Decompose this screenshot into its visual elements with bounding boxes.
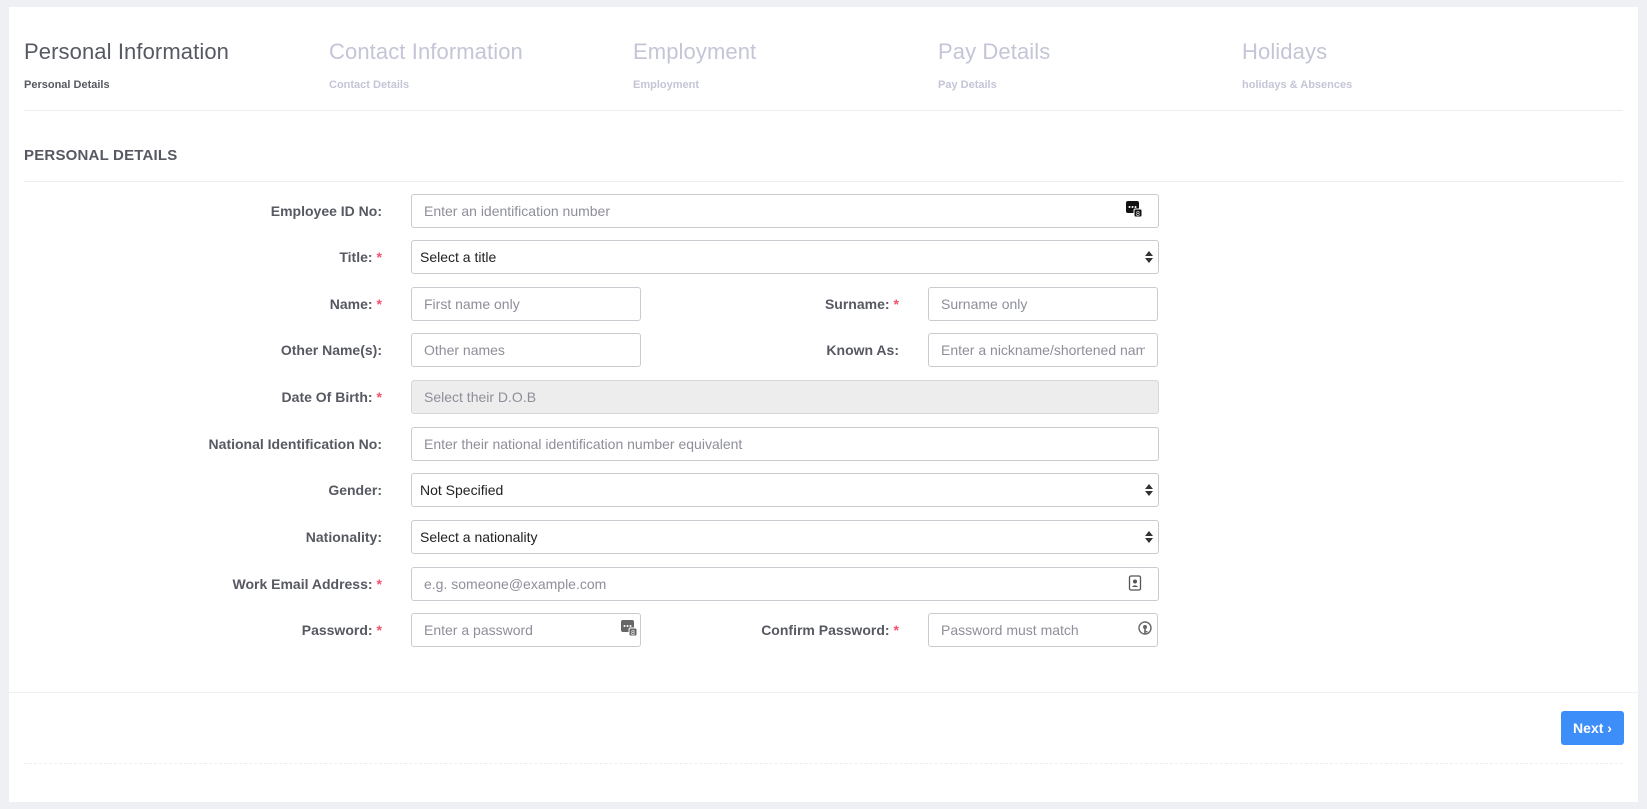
step-subtitle: Personal Details — [24, 79, 110, 91]
employee-id-input[interactable] — [411, 194, 1159, 228]
step-employment[interactable]: Employment Employment — [633, 37, 953, 91]
known-as-label: Known As: — [826, 342, 899, 358]
work-email-input[interactable] — [411, 567, 1159, 601]
password-label: Password: * — [301, 622, 382, 638]
gender-select-value: Not Specified — [420, 482, 504, 498]
nationality-select-value: Select a nationality — [420, 529, 538, 545]
confirm-password-label: Confirm Password: * — [761, 622, 899, 638]
step-subtitle: Contact Details — [329, 79, 410, 91]
next-button[interactable]: Next › — [1561, 711, 1624, 745]
step-holidays[interactable]: Holidays holidays & Absences — [1242, 37, 1562, 91]
gender-select[interactable]: Not Specified — [411, 473, 1159, 507]
employee-id-label: Employee ID No: — [270, 203, 382, 219]
title-select[interactable]: Select a title — [411, 240, 1159, 274]
step-title: Personal Information — [24, 39, 229, 64]
wizard-card: Personal Information Personal Details Co… — [9, 7, 1638, 802]
section-divider — [24, 181, 1623, 182]
confirm-password-input[interactable] — [928, 613, 1158, 647]
keypad-icon: 8 — [620, 619, 638, 637]
name-label: Name: * — [329, 296, 382, 312]
contact-card-icon — [1128, 574, 1146, 592]
known-as-input[interactable] — [928, 333, 1158, 367]
national-id-input[interactable] — [411, 427, 1159, 461]
svg-text:8: 8 — [631, 630, 635, 637]
title-label: Title: * — [339, 249, 382, 265]
password-input[interactable] — [411, 613, 641, 647]
gender-label: Gender: — [328, 482, 382, 498]
national-id-label: National Identification No: — [208, 436, 382, 452]
select-arrows-icon — [1145, 483, 1153, 497]
footer-dashed-divider — [24, 763, 1623, 764]
other-names-input[interactable] — [411, 333, 641, 367]
select-arrows-icon — [1145, 250, 1153, 264]
other-names-label: Other Name(s): — [280, 342, 382, 358]
keypad-icon: 8 — [1125, 200, 1143, 218]
nationality-label: Nationality: — [305, 529, 382, 545]
step-title: Pay Details — [938, 39, 1051, 64]
nationality-select[interactable]: Select a nationality — [411, 520, 1159, 554]
step-subtitle: Pay Details — [938, 79, 997, 91]
svg-text:8: 8 — [1136, 211, 1140, 218]
step-subtitle: Employment — [633, 79, 700, 91]
step-contact-information[interactable]: Contact Information Contact Details — [329, 37, 649, 91]
select-arrows-icon — [1145, 530, 1153, 544]
form-footer-divider — [9, 692, 1638, 693]
work-email-label: Work Email Address: * — [232, 576, 383, 592]
surname-label: Surname: * — [824, 296, 899, 312]
step-personal-information[interactable]: Personal Information Personal Details — [24, 37, 344, 91]
step-title: Holidays — [1242, 39, 1328, 64]
surname-input[interactable] — [928, 287, 1158, 321]
step-title: Contact Information — [329, 39, 523, 64]
dob-input[interactable] — [411, 380, 1159, 414]
step-title: Employment — [633, 39, 757, 64]
step-pay-details[interactable]: Pay Details Pay Details — [938, 37, 1258, 91]
wizard-steps: Personal Information Personal Details Co… — [24, 7, 1623, 111]
step-subtitle: holidays & Absences — [1242, 79, 1353, 91]
dob-label: Date Of Birth: * — [281, 389, 382, 405]
title-select-value: Select a title — [420, 249, 497, 265]
section-title: PERSONAL DETAILS — [24, 147, 178, 164]
first-name-input[interactable] — [411, 287, 641, 321]
key-icon — [1137, 621, 1155, 639]
